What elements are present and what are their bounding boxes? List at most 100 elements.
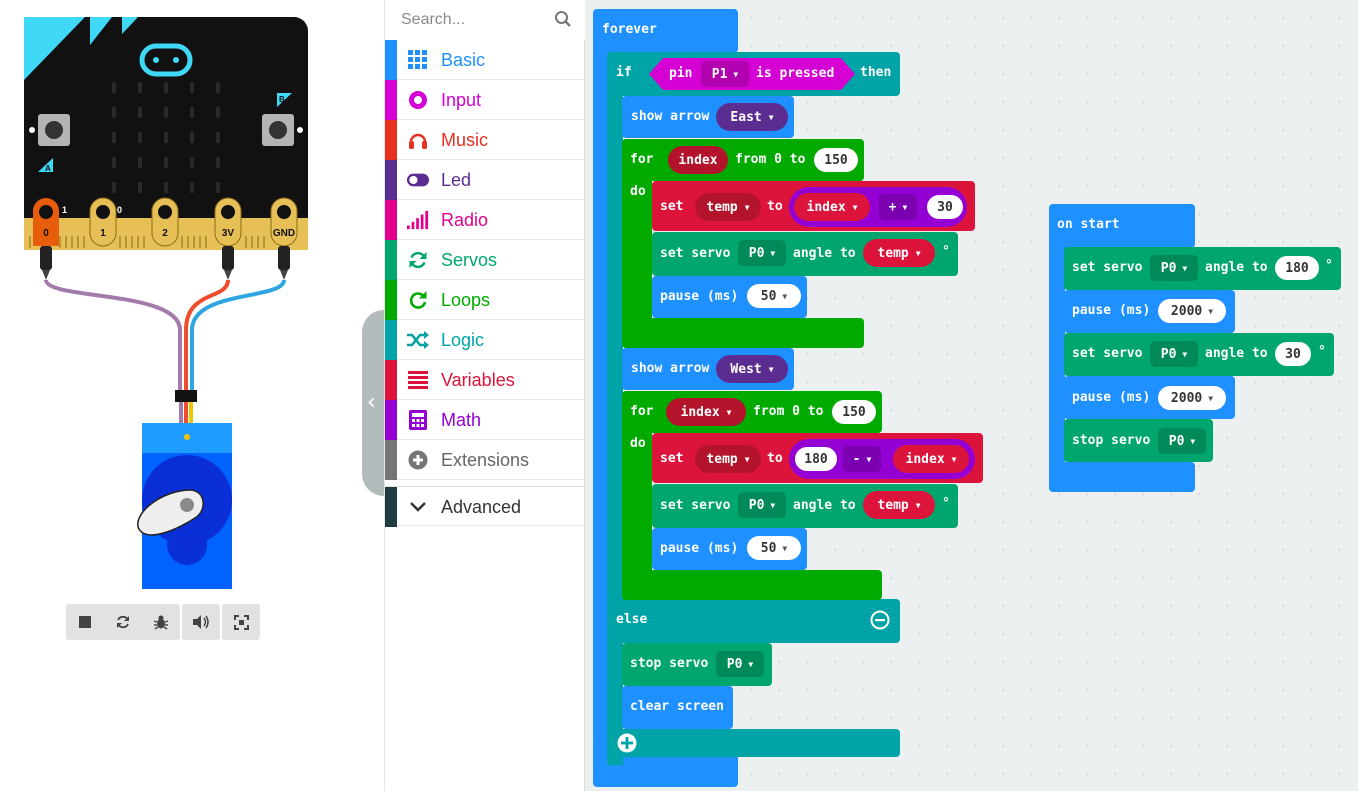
svg-text:B: B xyxy=(279,95,285,104)
loop-variable-value: index xyxy=(680,404,720,420)
loop-end-input[interactable]: 150 xyxy=(814,148,858,172)
arrow-direction-dropdown[interactable]: West ▼ xyxy=(716,355,788,383)
simulator-panel: A B 0 1 2 3V GND 1 0 ‹ xyxy=(0,0,390,791)
stop-icon[interactable] xyxy=(66,604,104,640)
category-basic[interactable]: Basic xyxy=(385,40,584,80)
category-color-bar xyxy=(385,280,397,320)
sound-icon[interactable] xyxy=(182,604,220,640)
category-extensions[interactable]: Extensions xyxy=(385,440,584,480)
category-color-bar xyxy=(385,240,397,280)
if-keyword: if xyxy=(616,65,632,80)
category-music[interactable]: Music xyxy=(385,120,584,160)
pause-duration-dropdown[interactable]: 50 ▼ xyxy=(747,284,801,308)
operand-right-input[interactable]: 30 xyxy=(927,195,963,219)
sound-group xyxy=(182,604,220,640)
plus-circle-icon xyxy=(407,450,429,470)
pause-duration-dropdown[interactable]: 2000 ▼ xyxy=(1158,386,1226,410)
caret-down-icon: ▼ xyxy=(748,659,754,669)
angle-value: 30 xyxy=(1285,346,1301,362)
servo-pin-value: P0 xyxy=(1160,346,1177,362)
operator-dropdown[interactable]: + ▼ xyxy=(879,194,917,220)
pin-label-gnd: GND xyxy=(273,228,295,239)
caret-down-icon: ▼ xyxy=(768,112,774,122)
else-bar xyxy=(607,599,900,643)
set-keyword: set xyxy=(660,451,684,466)
caret-down-icon: ▼ xyxy=(866,454,872,464)
angle-input[interactable]: 180 xyxy=(1275,256,1319,280)
caret-down-icon: ▼ xyxy=(744,454,750,464)
pin-label-2: 2 xyxy=(162,228,168,239)
search-icon[interactable] xyxy=(554,10,572,28)
caret-down-icon: ▼ xyxy=(768,364,774,374)
caret-down-icon: ▼ xyxy=(1182,349,1188,359)
category-loops[interactable]: Loops xyxy=(385,280,584,320)
pin-dropdown[interactable]: P1 ▼ xyxy=(701,61,749,87)
do-keyword: do xyxy=(630,184,646,199)
pin-value: P1 xyxy=(711,66,728,82)
servo-pin-dropdown[interactable]: P0 ▼ xyxy=(1150,341,1198,367)
arrow-direction-dropdown[interactable]: East ▼ xyxy=(716,103,788,131)
operator-value: + xyxy=(888,199,897,215)
set-servo-label: set servo xyxy=(1072,260,1143,275)
operator-dropdown[interactable]: - ▼ xyxy=(843,446,881,472)
variable-dropdown[interactable]: temp ▼ xyxy=(695,445,761,473)
minus-circle-icon[interactable] xyxy=(870,610,890,630)
operand-left-dropdown[interactable]: index ▼ xyxy=(794,193,870,221)
caret-down-icon: ▼ xyxy=(726,407,732,417)
microbit-simulator[interactable]: A B 0 1 2 3V GND 1 0 xyxy=(0,0,384,600)
debug-icon[interactable] xyxy=(142,604,180,640)
category-radio[interactable]: Radio xyxy=(385,200,584,240)
variable-dropdown[interactable]: temp ▼ xyxy=(695,193,761,221)
angle-variable-dropdown[interactable]: temp ▼ xyxy=(863,491,935,519)
caret-down-icon: ▼ xyxy=(915,248,921,258)
loop-end-input[interactable]: 150 xyxy=(832,400,876,424)
plus-circle-icon[interactable] xyxy=(616,732,638,754)
loop-variable[interactable]: index xyxy=(668,146,728,174)
forever-label: forever xyxy=(602,22,657,37)
servo-motor[interactable] xyxy=(137,423,232,589)
pause-duration-dropdown[interactable]: 2000 ▼ xyxy=(1158,299,1226,323)
wire-clips xyxy=(40,246,290,280)
category-logic[interactable]: Logic xyxy=(385,320,584,360)
pause-duration-value: 2000 xyxy=(1170,390,1203,406)
stop-servo-label: stop servo xyxy=(1072,433,1151,448)
set-servo-label: set servo xyxy=(1072,346,1143,361)
caret-down-icon: ▼ xyxy=(1190,436,1196,446)
category-led[interactable]: Led xyxy=(385,160,584,200)
operand-left-value: 180 xyxy=(804,451,828,467)
loop-variable-dropdown[interactable]: index ▼ xyxy=(666,398,746,426)
category-math[interactable]: Math xyxy=(385,400,584,440)
servo-pin-dropdown[interactable]: P0 ▼ xyxy=(738,240,786,266)
servo-pin-value: P0 xyxy=(1160,260,1177,276)
operand-right-dropdown[interactable]: index ▼ xyxy=(893,445,969,473)
pause-duration-dropdown[interactable]: 50 ▼ xyxy=(747,536,801,560)
pin-label-3v: 3V xyxy=(222,228,235,239)
chevron-down-icon xyxy=(407,497,429,517)
category-servos[interactable]: Servos xyxy=(385,240,584,280)
restart-icon[interactable] xyxy=(104,604,142,640)
servo-pin-dropdown[interactable]: P0 ▼ xyxy=(1158,428,1206,454)
category-variables[interactable]: Variables xyxy=(385,360,584,400)
category-label: Music xyxy=(441,130,489,150)
category-advanced[interactable]: Advanced xyxy=(385,486,584,527)
svg-text:A: A xyxy=(45,164,51,173)
block-workspace[interactable]: forever if then else pin P1 ▼ is pressed … xyxy=(585,0,1358,791)
angle-input[interactable]: 30 xyxy=(1275,342,1311,366)
caret-down-icon: ▼ xyxy=(1182,263,1188,273)
servo-pin-dropdown[interactable]: P0 ▼ xyxy=(1150,255,1198,281)
simulator-toolbar xyxy=(66,604,260,640)
do-keyword: do xyxy=(630,436,646,451)
fullscreen-icon[interactable] xyxy=(222,604,260,640)
degree-symbol: ° xyxy=(1325,258,1333,273)
servo-pin-dropdown[interactable]: P0 ▼ xyxy=(716,651,764,677)
pin0-value: 1 xyxy=(62,205,67,215)
angle-variable-dropdown[interactable]: temp ▼ xyxy=(863,239,935,267)
servo-pin-dropdown[interactable]: P0 ▼ xyxy=(738,492,786,518)
category-input[interactable]: Input xyxy=(385,80,584,120)
category-label: Loops xyxy=(441,290,491,310)
operand-left-input[interactable]: 180 xyxy=(795,447,837,471)
wire-signal xyxy=(44,279,182,392)
if-block-footer xyxy=(607,729,900,757)
angle-variable-value: temp xyxy=(877,497,909,513)
from-to-label: from 0 to xyxy=(735,152,806,167)
